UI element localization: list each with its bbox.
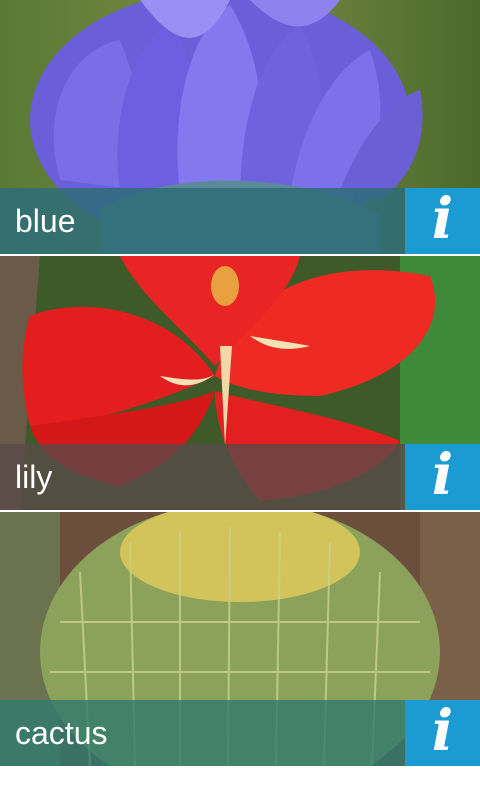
info-button[interactable]: i: [405, 700, 480, 766]
caption-bar: blue: [0, 188, 405, 254]
info-icon: i: [431, 186, 454, 252]
gallery-card-cactus[interactable]: cactus i: [0, 512, 480, 766]
item-label: blue: [15, 203, 76, 239]
caption-bar: cactus: [0, 700, 405, 766]
gallery-card-blue[interactable]: blue i: [0, 0, 480, 254]
info-icon: i: [431, 698, 454, 764]
gallery-card-lily[interactable]: lily i: [0, 256, 480, 510]
flower-gallery-list: blue i lily i cactus i: [0, 0, 480, 800]
item-label: cactus: [15, 715, 108, 751]
caption-bar: lily: [0, 444, 405, 510]
info-button[interactable]: i: [405, 444, 480, 510]
item-label: lily: [15, 459, 53, 495]
info-icon: i: [431, 442, 454, 508]
info-button[interactable]: i: [405, 188, 480, 254]
